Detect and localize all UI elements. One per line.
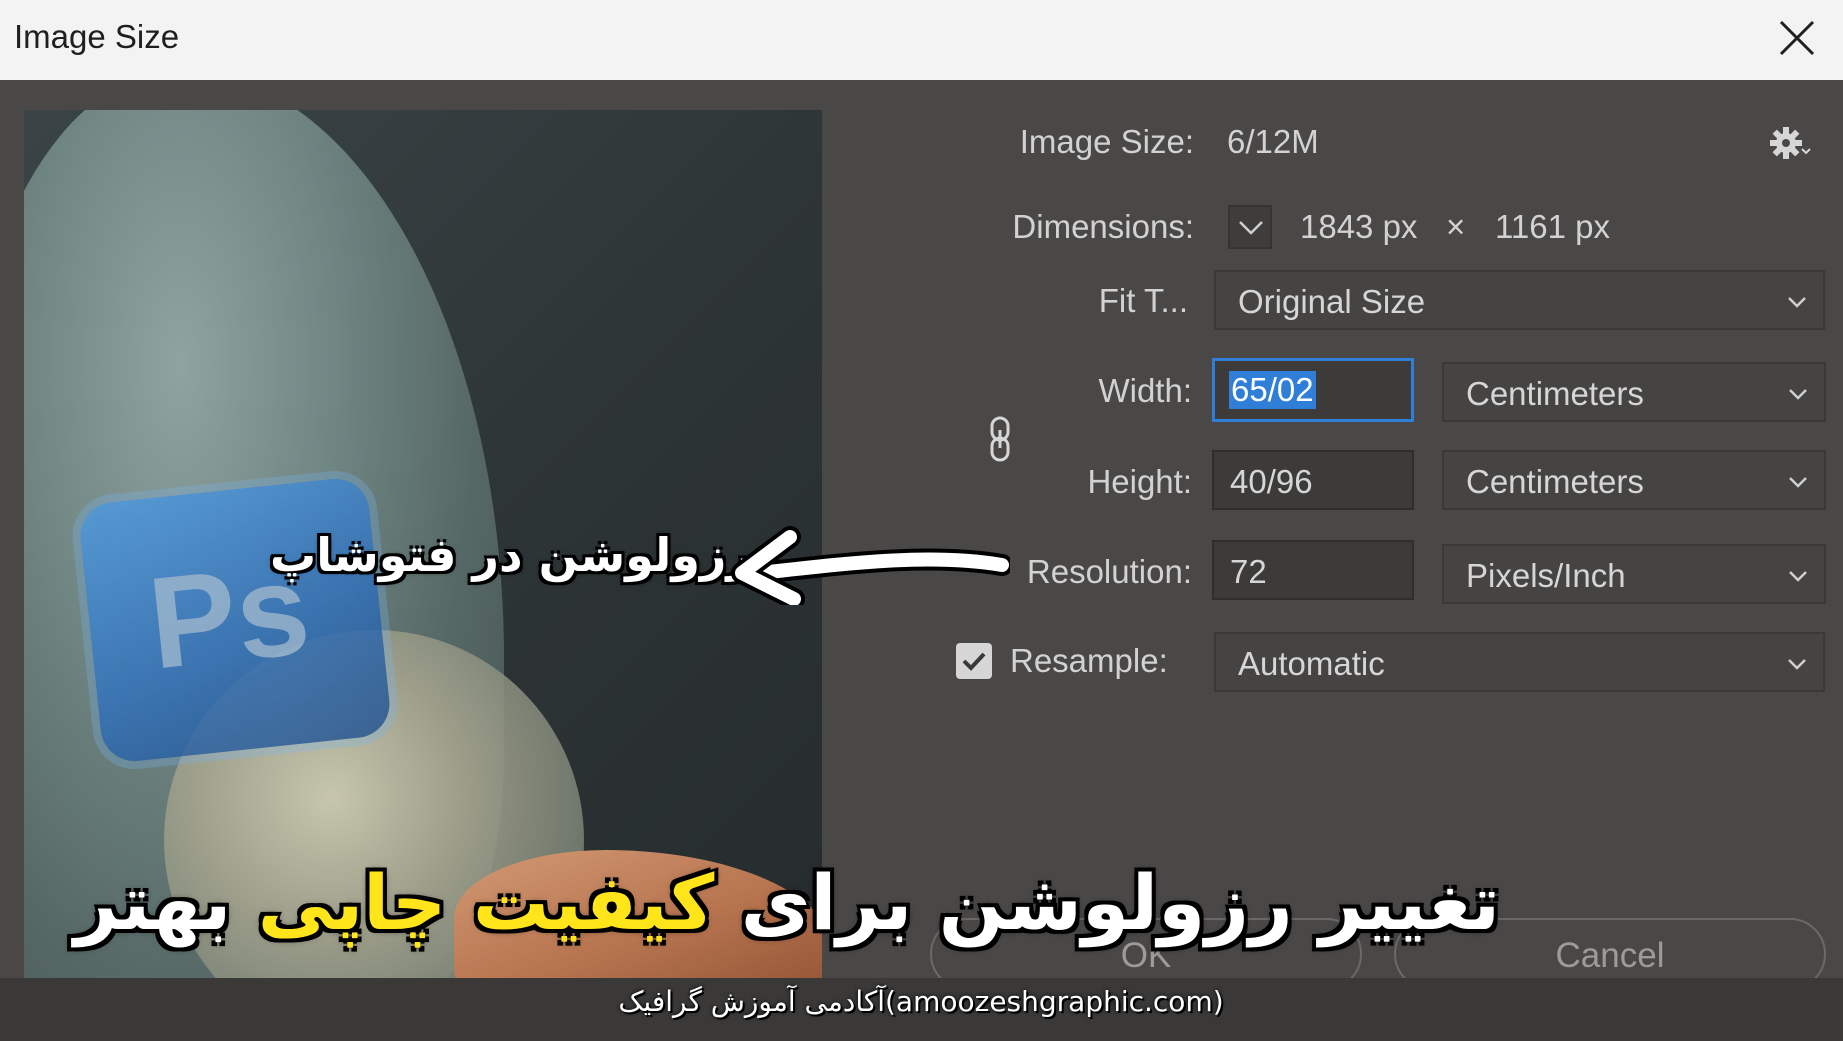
chevron-down-icon xyxy=(1789,477,1807,488)
window-title: Image Size xyxy=(14,18,180,55)
dimensions-times: × xyxy=(1446,208,1466,245)
image-size-value: 6/12M xyxy=(1227,123,1319,160)
chevron-down-icon xyxy=(1788,297,1806,308)
resample-checkbox[interactable] xyxy=(956,643,992,679)
resolution-unit-select[interactable]: Pixels/Inch xyxy=(1442,544,1826,604)
headline: تغییر رزولوشن برای کیفیت چاپی بهتر xyxy=(74,858,1500,947)
height-unit: Centimeters xyxy=(1466,463,1644,500)
width-unit-select[interactable]: Centimeters xyxy=(1442,362,1826,422)
height-input[interactable]: 40/96 xyxy=(1212,450,1414,510)
dimensions-width: 1843 px xyxy=(1300,208,1418,245)
width-unit: Centimeters xyxy=(1466,375,1644,412)
resolution-unit: Pixels/Inch xyxy=(1466,557,1626,594)
footer-credit: آکادمی آموزش گرافیک(amoozeshgraphic.com) xyxy=(618,985,1224,1018)
headline-highlight: کیفیت چاپی xyxy=(257,858,715,947)
fit-to-select[interactable]: Original Size xyxy=(1214,270,1825,330)
width-label: Width: xyxy=(1098,372,1192,409)
resample-label: Resample: xyxy=(1010,642,1168,679)
fit-to-value: Original Size xyxy=(1238,283,1426,320)
fit-to-label: Fit T... xyxy=(1098,282,1188,319)
resample-value: Automatic xyxy=(1238,645,1385,682)
callout-text: رزولوشن در فتوشاپ xyxy=(270,528,753,582)
width-value: 65/02 xyxy=(1229,371,1316,409)
dimensions-dropdown[interactable] xyxy=(1228,205,1272,249)
width-input[interactable]: 65/02 xyxy=(1212,358,1414,422)
height-label: Height: xyxy=(1087,463,1192,500)
resolution-value: 72 xyxy=(1230,553,1267,590)
headline-part2: بهتر xyxy=(74,858,258,947)
chevron-down-icon xyxy=(1788,659,1806,670)
headline-part1: تغییر رزولوشن برای xyxy=(714,858,1500,947)
callout-arrow-icon xyxy=(731,526,1010,605)
checkmark-icon xyxy=(962,652,986,671)
photoshop-logo: Ps xyxy=(77,475,393,765)
link-chain-icon[interactable] xyxy=(984,414,1016,464)
close-icon[interactable] xyxy=(1769,10,1825,66)
image-size-label: Image Size: xyxy=(1019,123,1194,160)
resolution-input[interactable]: 72 xyxy=(1212,540,1414,600)
title-bar: Image Size xyxy=(0,0,1843,80)
chevron-down-icon xyxy=(1789,571,1807,582)
chevron-down-icon xyxy=(1239,221,1263,235)
chevron-down-icon xyxy=(1789,389,1807,400)
resample-select[interactable]: Automatic xyxy=(1214,632,1825,692)
height-unit-select[interactable]: Centimeters xyxy=(1442,450,1826,510)
gear-icon[interactable] xyxy=(1768,123,1812,167)
height-value: 40/96 xyxy=(1230,463,1313,500)
dimensions-height: 1161 px xyxy=(1495,208,1610,245)
dimensions-label: Dimensions: xyxy=(1012,208,1194,245)
